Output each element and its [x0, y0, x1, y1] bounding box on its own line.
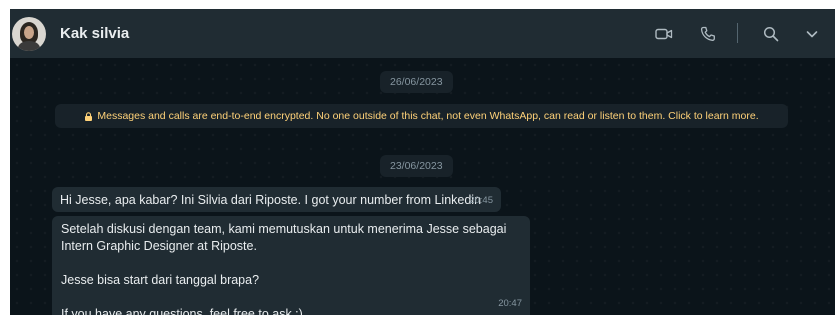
video-call-icon[interactable]: [652, 22, 676, 46]
contact-name[interactable]: Kak silvia: [60, 25, 129, 42]
voice-call-icon[interactable]: [696, 22, 720, 46]
chat-panel[interactable]: 26/06/2023 Messages and calls are end-to…: [10, 58, 835, 315]
chat-header: Kak silvia: [10, 9, 835, 58]
message-text: Setelah diskusi dengan team, kami memutu…: [61, 222, 507, 236]
header-divider: [737, 23, 738, 43]
message-text: Intern Graphic Designer at Riposte.: [61, 239, 257, 253]
message-text: Hi Jesse, apa kabar? Ini Silvia dari Rip…: [60, 193, 482, 207]
date-chip: 26/06/2023: [380, 71, 453, 93]
lock-icon: [84, 111, 93, 121]
search-icon[interactable]: [759, 22, 783, 46]
chevron-down-icon[interactable]: [800, 22, 824, 46]
message-bubble[interactable]: Hi Jesse, apa kabar? Ini Silvia dari Rip…: [52, 187, 501, 212]
encryption-notice-text: Messages and calls are end-to-end encryp…: [97, 110, 759, 122]
message-text: Jesse bisa start dari tanggal brapa?: [61, 273, 260, 287]
message-time: 20:45: [469, 195, 493, 206]
message-bubble[interactable]: Setelah diskusi dengan team, kami memutu…: [52, 216, 530, 315]
message-text: If you have any questions, feel free to …: [61, 307, 303, 315]
date-chip: 23/06/2023: [380, 155, 453, 177]
avatar[interactable]: [12, 17, 46, 51]
encryption-notice[interactable]: Messages and calls are end-to-end encryp…: [55, 104, 788, 128]
whatsapp-window: Kak silvia 26/06/2023 Messages and calls…: [10, 9, 835, 315]
message-time: 20:47: [498, 298, 522, 309]
